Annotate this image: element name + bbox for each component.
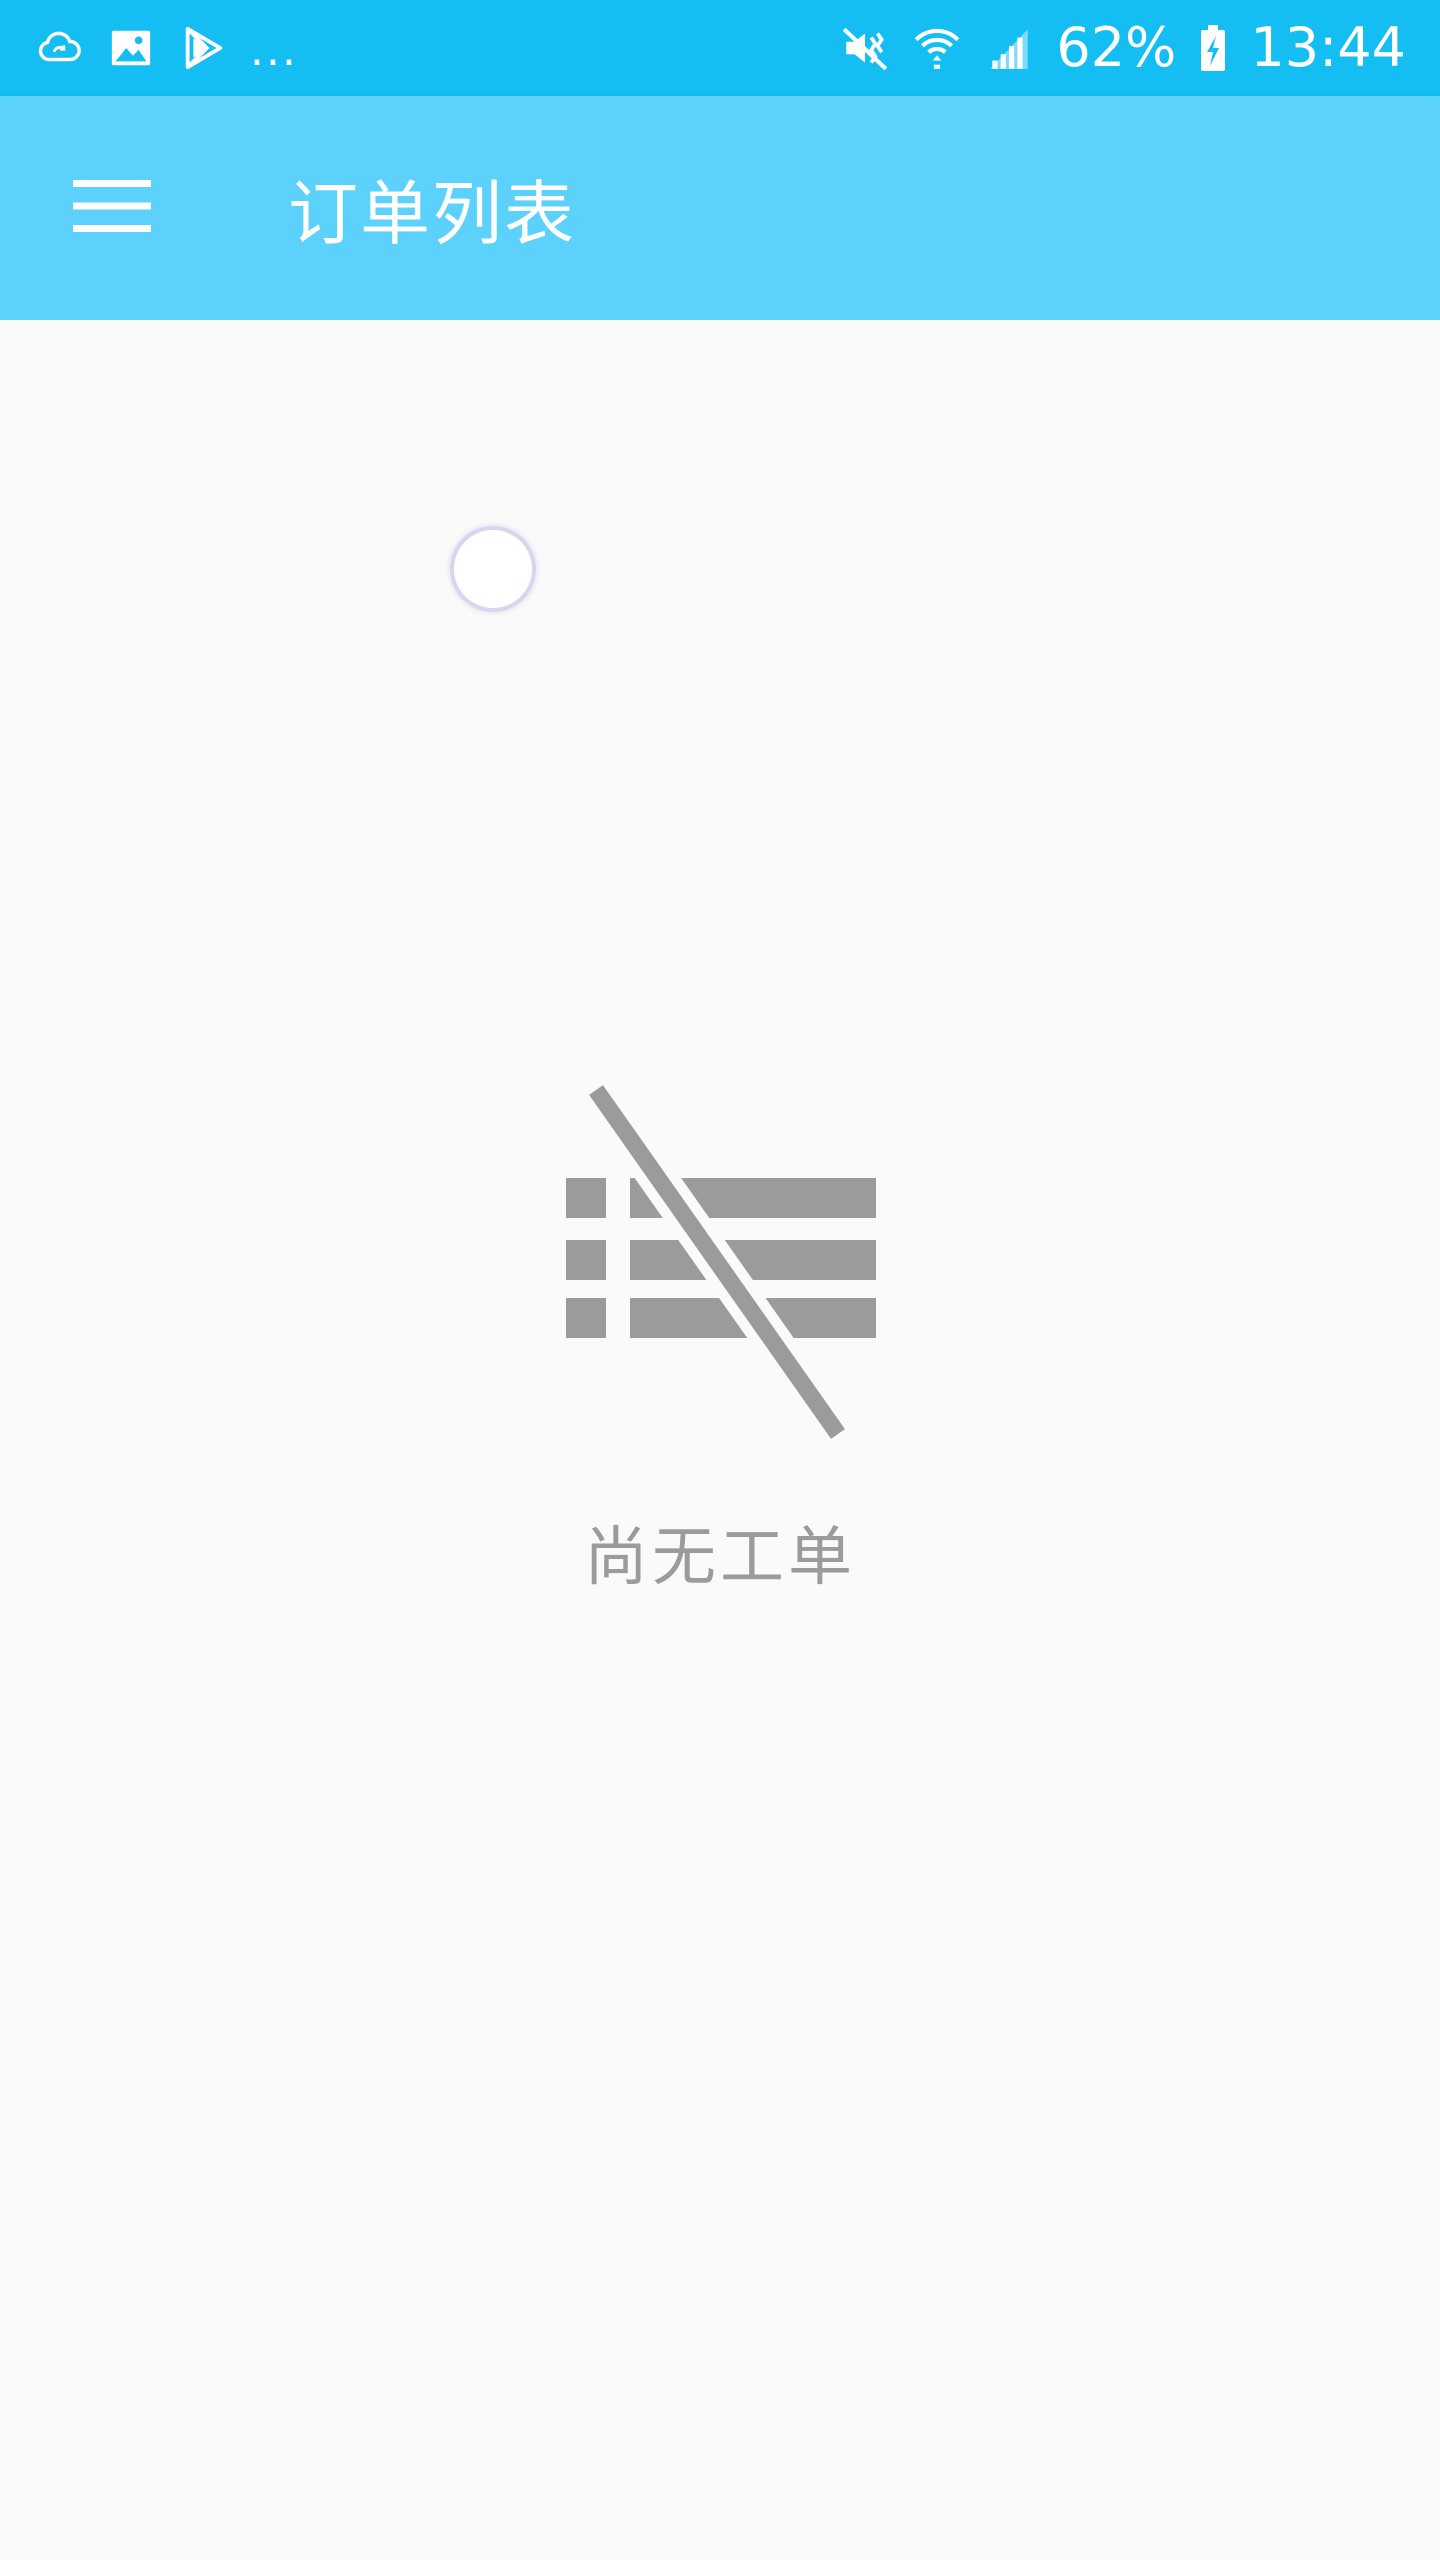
clock: 13:44 (1250, 16, 1406, 79)
empty-state: 尚无工单 (0, 1080, 1440, 1598)
empty-state-message: 尚无工单 (584, 1521, 856, 1595)
battery-charging-icon (1198, 23, 1228, 73)
no-list-icon (560, 1080, 880, 1440)
status-bar-right: 62% 13:44 (840, 21, 1406, 75)
signal-icon (984, 23, 1034, 73)
play-store-icon (178, 23, 228, 73)
loading-spinner (450, 526, 536, 612)
battery-percent: 62% (1056, 16, 1177, 79)
app-bar: 订单列表 (0, 96, 1440, 320)
wifi-icon (912, 23, 962, 73)
order-list-content: 尚无工单 (0, 320, 1440, 2560)
menu-button[interactable] (0, 96, 224, 320)
more-notifications-indicator: ... (250, 25, 298, 76)
image-icon (106, 23, 156, 73)
page-title: 订单列表 (288, 172, 576, 255)
mute-icon (840, 23, 890, 73)
hamburger-menu-icon (73, 178, 151, 238)
status-bar: ... 62% 13:44 (0, 0, 1440, 96)
status-bar-left: ... (34, 23, 298, 73)
cloud-sync-icon (34, 23, 84, 73)
